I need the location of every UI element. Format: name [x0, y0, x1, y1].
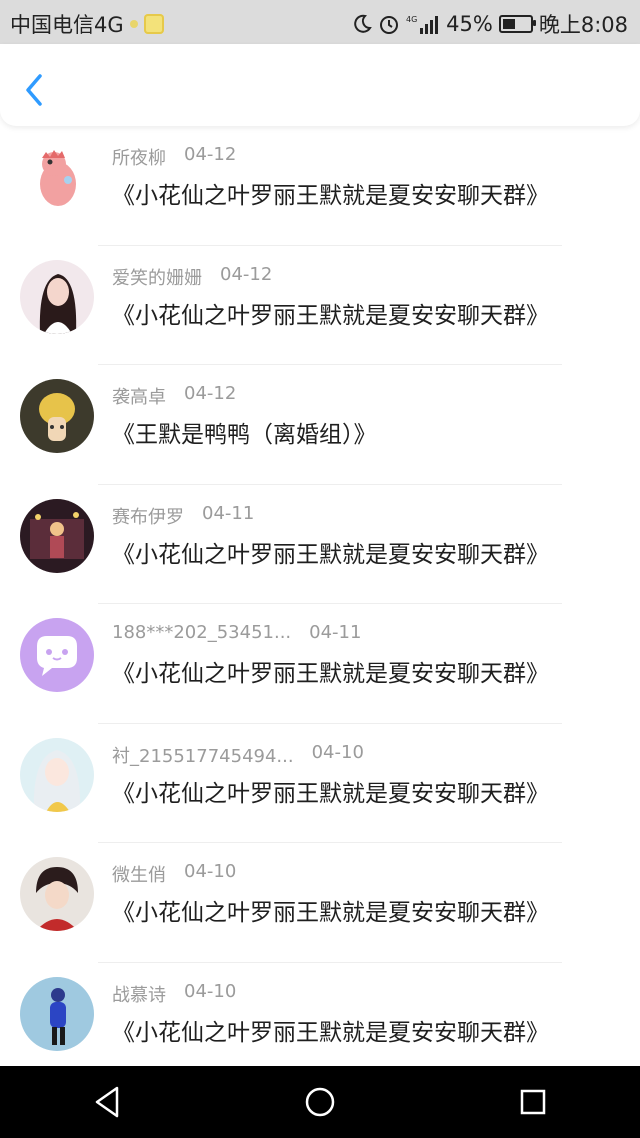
avatar[interactable]	[20, 379, 94, 453]
divider	[98, 244, 562, 246]
header	[0, 44, 640, 126]
sender-name: 188***202_53451...	[112, 622, 292, 643]
divider	[98, 961, 562, 963]
date-label: 04-10	[184, 861, 237, 882]
moon-icon	[352, 14, 372, 34]
clock: 晚上8:08	[538, 13, 628, 37]
app-notification-icon	[143, 14, 164, 34]
sender-name: 赛布伊罗	[112, 506, 184, 528]
status-bar-right: 4G 45% 晚上8:08	[352, 9, 628, 39]
list-item[interactable]: 赛布伊罗 04-11 《小花仙之叶罗丽王默就是夏安安聊天群》	[0, 487, 640, 607]
item-meta: 袭高卓 04-12	[112, 383, 236, 409]
date-label: 04-10	[311, 741, 364, 763]
nav-recents-button[interactable]	[503, 1072, 563, 1132]
list-item[interactable]: 衬_215517745494... 04-10 《小花仙之叶罗丽王默就是夏安安聊天群…	[0, 726, 640, 846]
signal-icon: 4G	[406, 14, 440, 34]
group-name-text: 《王默是鸭鸭（离婚组）》	[112, 422, 377, 448]
date-label: 04-12	[184, 383, 237, 404]
avatar[interactable]	[20, 976, 94, 1051]
date-label: 04-12	[184, 144, 237, 165]
sender-name: 所夜柳	[112, 148, 166, 169]
date-label: 04-11	[202, 502, 255, 524]
triangle-back-icon	[95, 1086, 118, 1118]
avatar[interactable]	[20, 737, 94, 812]
sender-name: 袭高卓	[112, 387, 166, 408]
sender-name: 衬_215517745494...	[112, 745, 294, 767]
battery-icon	[498, 15, 536, 33]
status-bar: 中国电信4G 4G 45% 晚上8:08	[0, 0, 640, 44]
group-name-text: 《小花仙之叶罗丽王默就是夏安安聊天群》	[112, 541, 549, 568]
item-meta: 188***202_53451... 04-11	[112, 622, 361, 643]
list-item[interactable]: 爱笑的姗姗 04-12 《小花仙之叶罗丽王默就是夏安安聊天群》	[0, 248, 640, 368]
divider	[98, 603, 562, 604]
status-bar-left: 中国电信4G	[10, 9, 164, 39]
sender-name: 战慕诗	[112, 984, 166, 1006]
avatar[interactable]	[20, 259, 94, 334]
list-item[interactable]: 袭高卓 04-12 《王默是鸭鸭（离婚组）》	[0, 367, 640, 487]
group-name-text: 《小花仙之叶罗丽王默就是夏安安聊天群》	[112, 900, 549, 926]
list-item[interactable]: 微生俏 04-10 《小花仙之叶罗丽王默就是夏安安聊天群》	[0, 845, 640, 965]
date-label: 04-10	[184, 980, 237, 1002]
sender-name: 微生俏	[112, 865, 166, 886]
divider	[98, 364, 562, 365]
group-name-text: 《小花仙之叶罗丽王默就是夏安安聊天群》	[112, 302, 549, 329]
avatar[interactable]	[20, 618, 94, 692]
date-label: 04-11	[309, 622, 362, 643]
group-name-text: 《小花仙之叶罗丽王默就是夏安安聊天群》	[112, 661, 549, 687]
group-name-text: 《小花仙之叶罗丽王默就是夏安安聊天群》	[112, 780, 549, 807]
sender-name: 爱笑的姗姗	[112, 267, 202, 289]
item-meta: 爱笑的姗姗 04-12	[112, 264, 272, 290]
network-type-label: 4G	[406, 15, 417, 24]
notification-dot-icon	[129, 20, 138, 28]
back-button[interactable]	[20, 72, 50, 108]
group-name-text: 《小花仙之叶罗丽王默就是夏安安聊天群》	[112, 183, 549, 209]
item-meta: 衬_215517745494... 04-10	[112, 742, 364, 768]
item-meta: 战慕诗 04-10	[112, 981, 236, 1007]
system-nav-bar	[0, 1066, 640, 1138]
list-item[interactable]: 188***202_53451... 04-11 《小花仙之叶罗丽王默就是夏安安聊天…	[0, 606, 640, 726]
avatar[interactable]	[20, 498, 94, 573]
chat-invite-list: 所夜柳 04-12 《小花仙之叶罗丽王默就是夏安安聊天群》 爱笑的姗姗 04-12 《小花…	[0, 128, 640, 1084]
square-recents-icon	[521, 1089, 546, 1115]
circle-home-icon	[305, 1087, 335, 1117]
divider	[98, 722, 562, 724]
item-meta: 所夜柳 04-12	[112, 144, 236, 170]
list-item[interactable]: 所夜柳 04-12 《小花仙之叶罗丽王默就是夏安安聊天群》	[0, 128, 640, 248]
nav-back-button[interactable]	[77, 1072, 137, 1132]
group-name-text: 《小花仙之叶罗丽王默就是夏安安聊天群》	[112, 1019, 549, 1046]
divider	[98, 483, 562, 485]
alarm-icon	[378, 13, 400, 35]
divider	[98, 842, 562, 843]
chevron-left-icon	[26, 74, 42, 106]
avatar[interactable]	[20, 140, 94, 214]
nav-home-button[interactable]	[290, 1072, 350, 1132]
item-meta: 赛布伊罗 04-11	[112, 503, 254, 529]
avatar[interactable]	[20, 857, 94, 931]
item-meta: 微生俏 04-10	[112, 861, 236, 887]
date-label: 04-12	[220, 263, 273, 285]
carrier-label: 中国电信4G	[10, 13, 124, 37]
battery-percent: 45%	[446, 12, 493, 36]
